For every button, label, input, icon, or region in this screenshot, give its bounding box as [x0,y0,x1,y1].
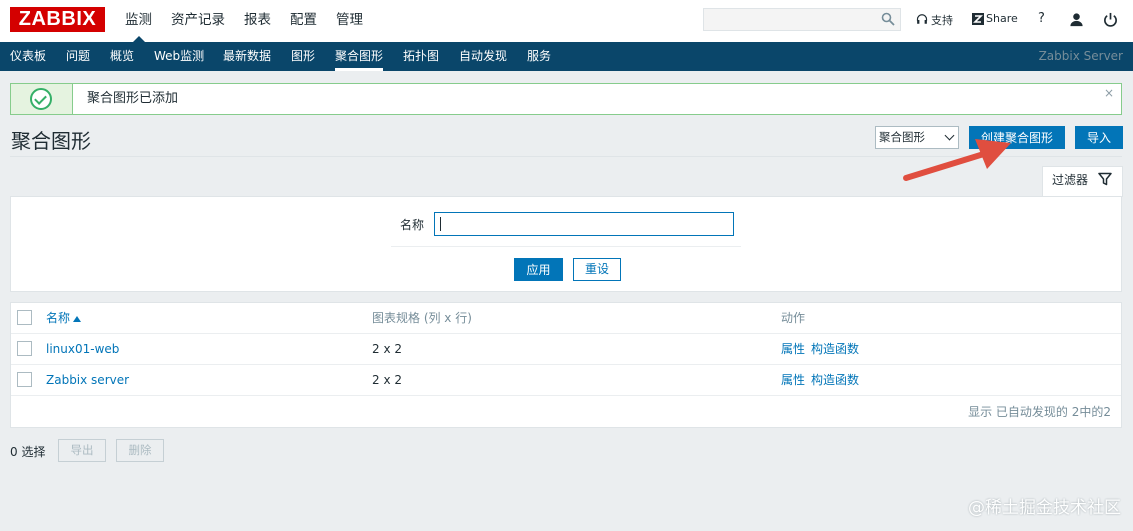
menu-reports[interactable]: 报表 [244,0,271,42]
row-name-link[interactable]: Zabbix server [46,365,129,396]
column-name-label: 名称 [46,311,71,325]
top-header: ZABBIX 监测 资产记录 报表 配置 管理 支持 Share ? [0,0,1133,42]
subnav-latest-data[interactable]: 最新数据 [223,42,271,71]
page-title: 聚合图形 [11,129,91,153]
check-icon [34,92,47,105]
sub-navigation: 仪表板 问题 概览 Web监测 最新数据 图形 聚合图形 拓扑图 自动发现 服务… [0,42,1133,71]
menu-monitoring[interactable]: 监测 [125,0,152,42]
screens-table: 名称 图表规格 (列 x 行) 动作 linux01-web 2 x 2 属性 … [10,302,1122,428]
subnav-problems[interactable]: 问题 [66,42,90,71]
import-button[interactable]: 导入 [1075,126,1123,149]
column-header-dimensions: 图表规格 (列 x 行) [372,311,472,325]
subnav-screens[interactable]: 聚合图形 [335,42,384,71]
check-circle-icon [30,88,52,110]
share-link[interactable]: Share [972,12,1018,25]
watermark: @稀土掘金技术社区 [968,498,1121,518]
row-properties-link[interactable]: 属性 [781,334,805,365]
row-dimensions: 2 x 2 [372,373,402,387]
success-message: 聚合图形已添加 × [10,83,1122,115]
table-row: linux01-web 2 x 2 属性 构造函数 [11,334,1121,365]
filter-name-label: 名称 [400,218,425,232]
zabbix-logo[interactable]: ZABBIX [10,7,105,32]
apply-button[interactable]: 应用 [514,258,563,281]
row-constructor-link[interactable]: 构造函数 [811,334,859,365]
row-constructor-link[interactable]: 构造函数 [811,365,859,396]
reset-button[interactable]: 重设 [573,258,621,281]
support-label: 支持 [931,14,953,27]
menu-configuration[interactable]: 配置 [290,0,317,42]
table-row: Zabbix server 2 x 2 属性 构造函数 [11,365,1121,396]
row-properties-link[interactable]: 属性 [781,365,805,396]
table-header-row: 名称 图表规格 (列 x 行) 动作 [11,303,1121,334]
filter-name-input[interactable] [434,212,734,236]
server-name: Zabbix Server [1038,49,1123,63]
subnav-services[interactable]: 服务 [527,42,551,71]
column-header-name[interactable]: 名称 [46,303,82,334]
filter-icon [1098,172,1112,186]
delete-button[interactable]: 删除 [116,439,164,462]
filter-panel: 名称 应用 重设 [10,196,1122,292]
selected-count: 0 选择 [10,445,46,459]
table-footer-summary: 显示 已自动发现的 2中的2 [968,405,1111,419]
row-checkbox[interactable] [17,372,32,387]
row-name-link[interactable]: linux01-web [46,334,119,365]
main-menu: 监测 资产记录 报表 配置 管理 [125,0,382,42]
annotation-arrow [903,139,1011,181]
text-cursor [440,217,441,231]
filter-tab[interactable]: 过滤器 [1042,166,1123,197]
filter-divider [391,246,741,247]
subnav-maps[interactable]: 拓扑图 [403,42,439,71]
row-dimensions: 2 x 2 [372,342,402,356]
headset-icon [916,14,928,24]
subnav-graphs[interactable]: 图形 [291,42,315,71]
filter-tab-label: 过滤器 [1052,173,1089,187]
sort-ascending-icon [73,315,82,322]
help-icon: ? [1038,11,1045,26]
export-button[interactable]: 导出 [58,439,106,462]
subnav-web[interactable]: Web监测 [154,42,204,71]
close-icon[interactable]: × [1104,87,1114,99]
success-message-text: 聚合图形已添加 [73,84,1121,114]
subnav-dashboard[interactable]: 仪表板 [10,42,46,71]
share-label: Share [986,12,1018,25]
subnav-overview[interactable]: 概览 [110,42,134,71]
share-icon [972,12,984,25]
select-all-checkbox[interactable] [17,310,32,325]
search-input[interactable] [703,8,901,31]
search-icon[interactable] [881,12,895,26]
user-profile-icon[interactable] [1069,12,1084,27]
logout-icon[interactable] [1103,12,1118,27]
column-header-actions: 动作 [781,311,806,325]
success-icon-box [11,84,73,114]
row-checkbox[interactable] [17,341,32,356]
support-link[interactable]: 支持 [916,12,953,28]
menu-inventory[interactable]: 资产记录 [171,0,225,42]
help-button[interactable]: ? [1038,11,1045,26]
subnav-discovery[interactable]: 自动发现 [459,42,507,71]
menu-administration[interactable]: 管理 [336,0,363,42]
